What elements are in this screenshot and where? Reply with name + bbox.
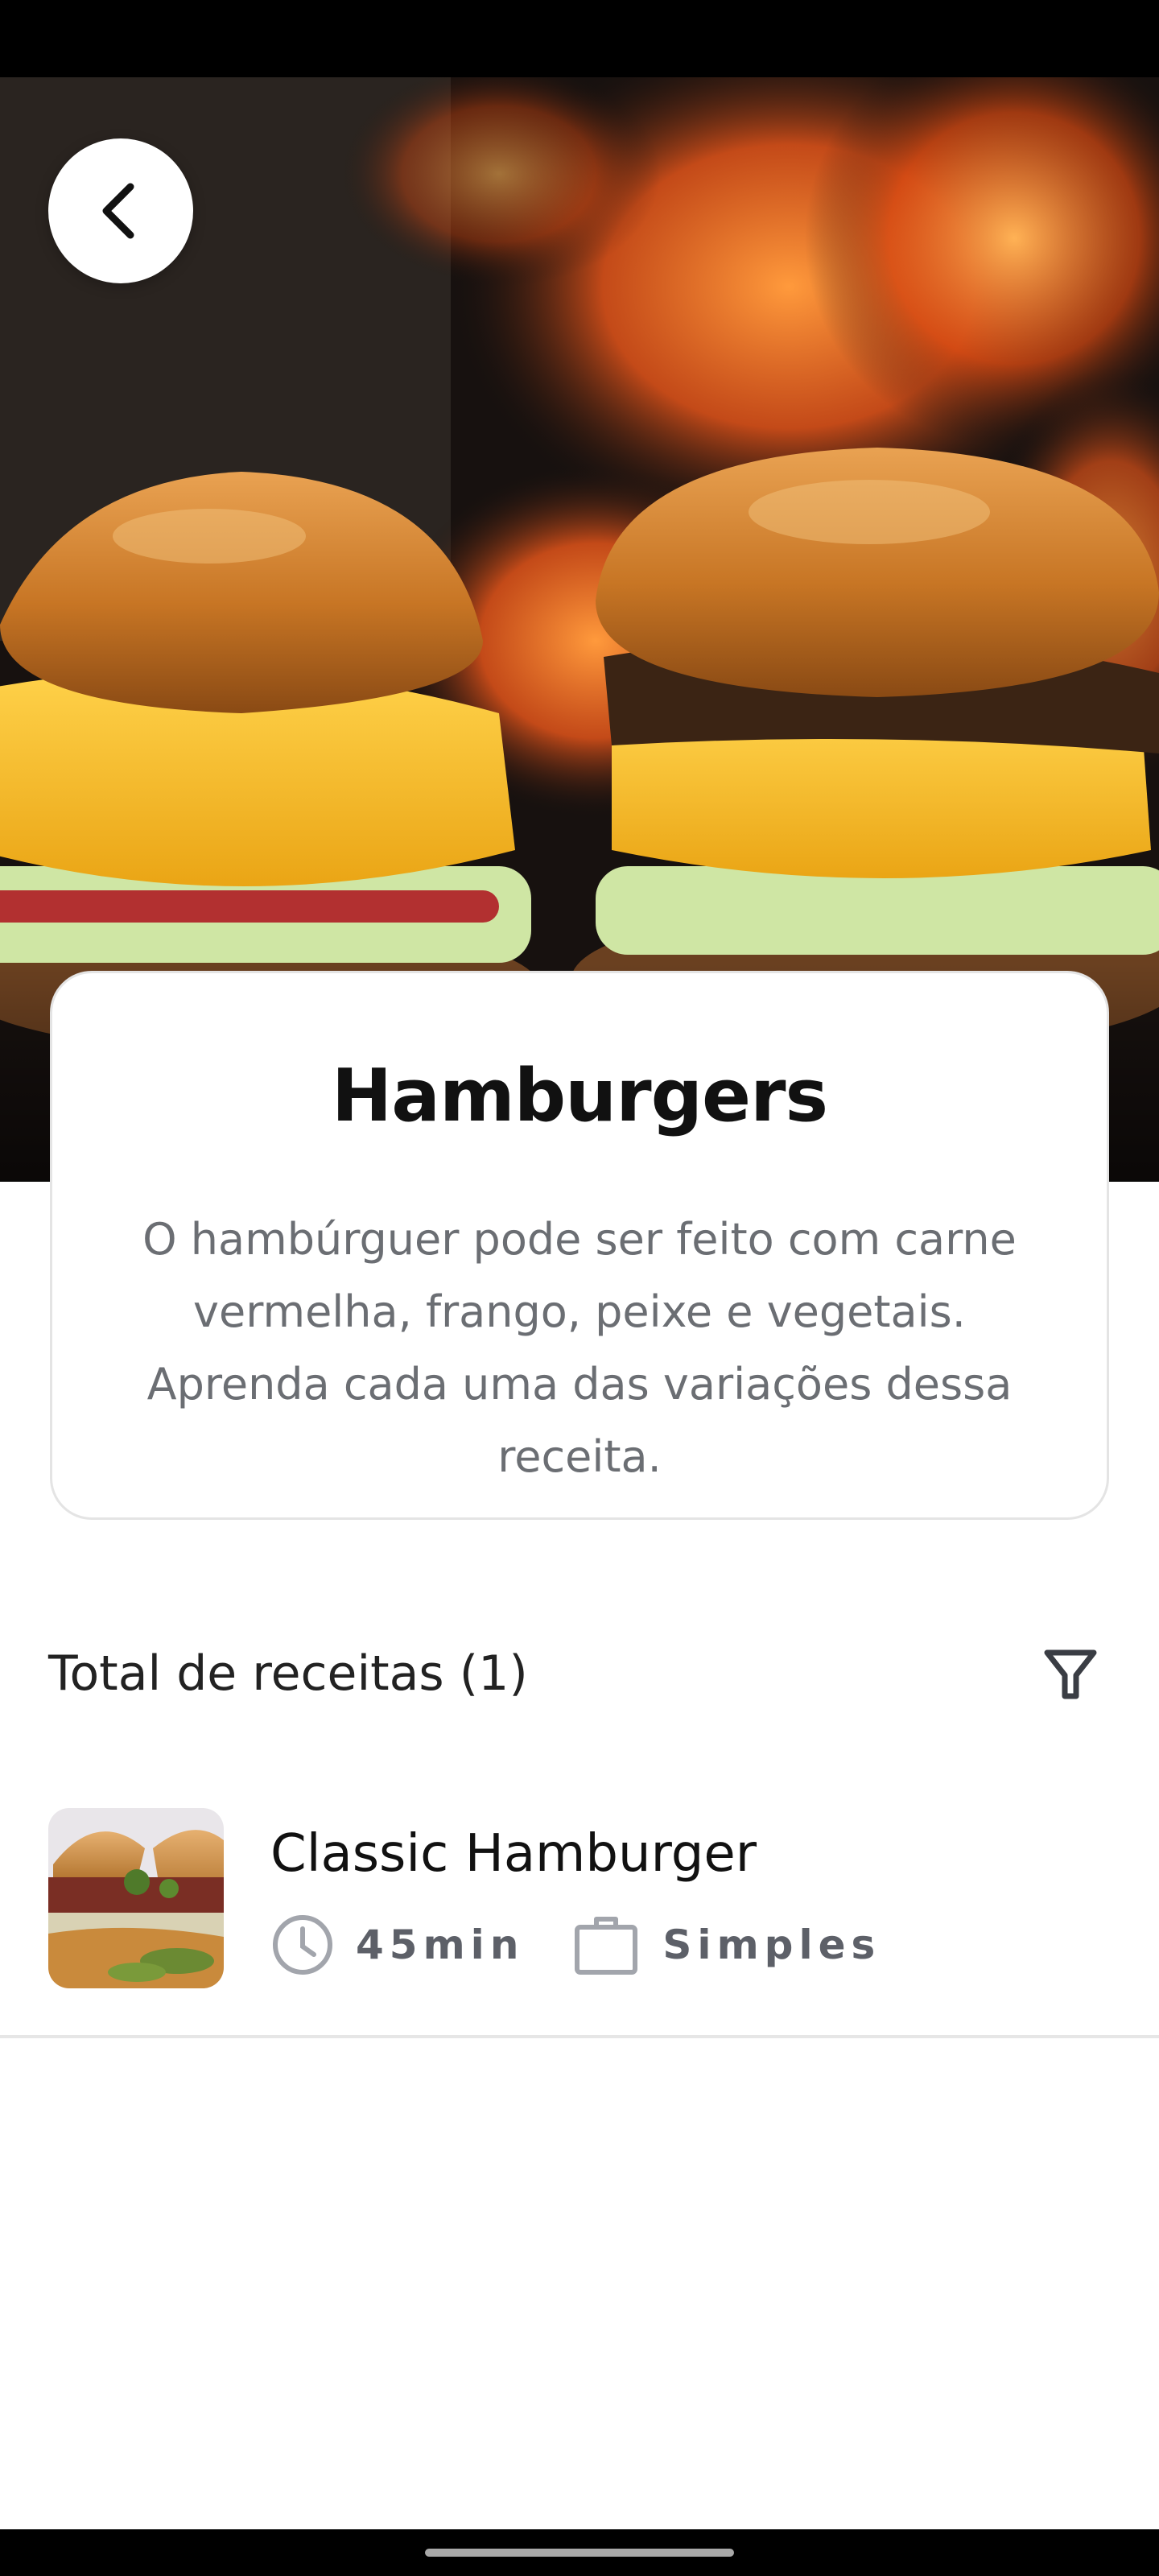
list-divider bbox=[0, 2035, 1159, 2038]
recipe-name: Classic Hamburger bbox=[270, 1824, 757, 1884]
total-recipes-label: Total de receitas (1) bbox=[48, 1645, 528, 1702]
category-description: O hambúrguer pode ser feito com carne ve… bbox=[142, 1214, 1017, 1482]
back-button[interactable] bbox=[48, 138, 193, 283]
filter-button[interactable] bbox=[1030, 1634, 1111, 1715]
category-title: Hamburgers bbox=[331, 1054, 828, 1138]
category-info-card: Hamburgers O hambúrguer pode ser feito c… bbox=[50, 971, 1109, 1520]
recipe-time: 45min bbox=[356, 1922, 525, 1968]
recipe-photo bbox=[48, 1808, 224, 1988]
clock-icon bbox=[273, 1915, 332, 1975]
chevron-left-icon bbox=[102, 183, 134, 239]
recipe-thumbnail bbox=[48, 1808, 224, 1988]
recipe-difficulty: Simples bbox=[662, 1922, 881, 1968]
recipe-category-screen: Hamburgers O hambúrguer pode ser feito c… bbox=[0, 0, 1159, 2576]
recipe-meta: 45min Simples bbox=[270, 1905, 881, 1985]
status-bar bbox=[0, 0, 1159, 77]
home-indicator[interactable] bbox=[425, 2549, 734, 2557]
briefcase-icon bbox=[575, 1917, 638, 1975]
filter-icon bbox=[1044, 1649, 1097, 1699]
recipes-header: Total de receitas (1) bbox=[48, 1634, 1111, 1715]
list-item[interactable]: Classic Hamburger 45min Simples bbox=[0, 1795, 1159, 2037]
